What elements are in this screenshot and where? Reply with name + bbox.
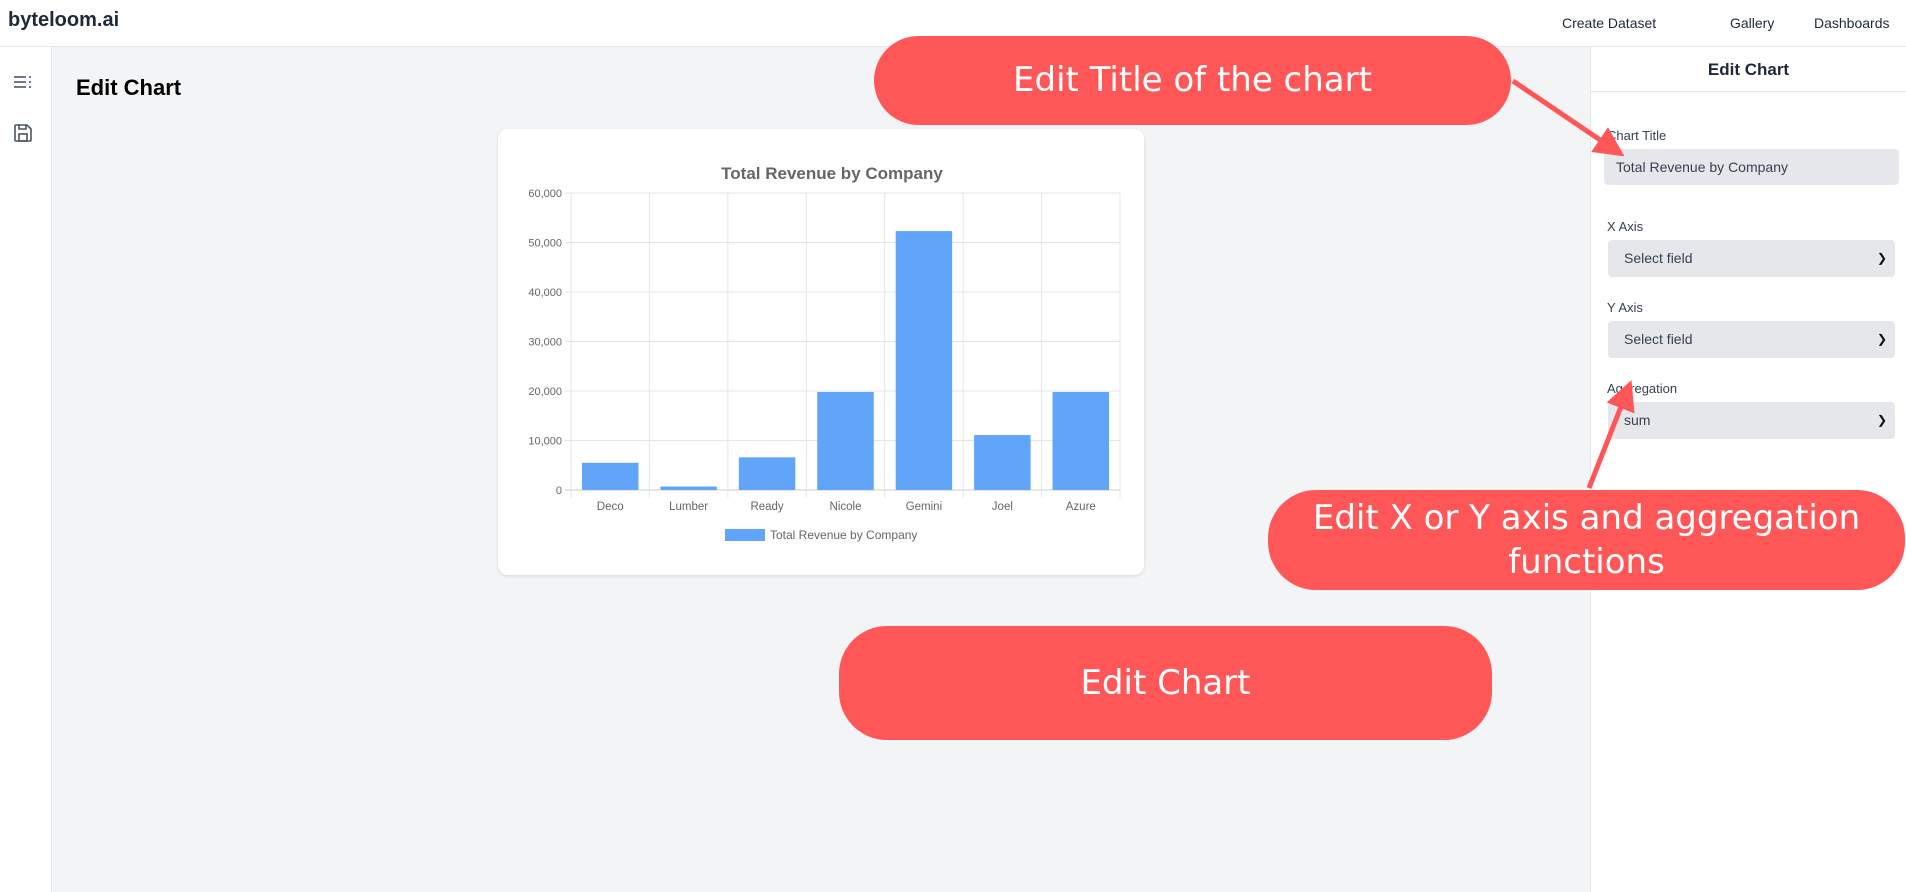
aggregation-select[interactable]: sum ❯ (1608, 402, 1895, 439)
x-tick-label: Gemini (906, 501, 942, 513)
aggregation-value: sum (1624, 412, 1651, 428)
nav-gallery[interactable]: Gallery (1730, 15, 1774, 31)
bar-lumber[interactable] (660, 486, 717, 490)
nav-create-dataset[interactable]: Create Dataset (1562, 15, 1656, 31)
main-content: Edit Chart Total Revenue by Company 0 10,… (52, 47, 1590, 892)
annotation-edit-axes: Edit X or Y axis and aggregation functio… (1268, 490, 1905, 590)
edit-chart-panel: Edit Chart Chart Title X Axis Select fie… (1590, 47, 1906, 892)
bar-joel[interactable] (974, 435, 1031, 490)
bar-deco[interactable] (581, 462, 639, 490)
x-axis-value: Select field (1624, 250, 1693, 266)
sidebar (0, 47, 52, 892)
chart-title-label: Chart Title (1607, 128, 1667, 143)
page-title: Edit Chart (76, 75, 182, 100)
bar-chart: Total Revenue by Company 0 10,000 20,000 30… (528, 164, 1121, 542)
bar-ready[interactable] (738, 457, 796, 490)
legend-swatch (725, 529, 765, 541)
chart-card: Total Revenue by Company 0 10,000 20,000 30… (498, 129, 1144, 575)
legend-label[interactable]: Total Revenue by Company (770, 528, 917, 542)
x-tick-label: Ready (750, 501, 783, 513)
brand-logo[interactable]: byteloom.ai (8, 9, 119, 32)
y-axis-select[interactable]: Select field ❯ (1608, 321, 1895, 358)
y-tick-label: 60,000 (528, 188, 562, 200)
nav-dashboards[interactable]: Dashboards (1814, 15, 1890, 31)
y-axis-label: Y Axis (1607, 300, 1643, 315)
x-tick-label: Nicole (830, 501, 862, 513)
x-axis-label: X Axis (1607, 219, 1644, 234)
annotation-edit-title: Edit Title of the chart (874, 36, 1511, 125)
x-tick-label: Joel (992, 501, 1013, 513)
y-tick-label: 30,000 (528, 337, 562, 349)
chart-title: Total Revenue by Company (721, 164, 943, 183)
annotation-edit-chart: Edit Chart (839, 626, 1492, 740)
y-tick-label: 20,000 (528, 386, 562, 398)
panel-title: Edit Chart (1591, 47, 1906, 92)
save-icon[interactable] (12, 122, 34, 144)
chevron-down-icon: ❯ (1876, 251, 1887, 265)
bar-nicole[interactable] (817, 391, 874, 490)
y-tick-label: 10,000 (528, 436, 562, 448)
y-tick-label: 0 (556, 485, 562, 497)
x-tick-label: Lumber (669, 501, 708, 513)
aggregation-label: Aggregation (1607, 381, 1678, 396)
x-tick-label: Deco (597, 501, 624, 513)
chevron-down-icon: ❯ (1876, 413, 1887, 427)
bar-gemini[interactable] (895, 231, 953, 490)
chevron-down-icon: ❯ (1876, 332, 1887, 346)
y-tick-label: 50,000 (528, 238, 562, 250)
x-axis-select[interactable]: Select field ❯ (1608, 240, 1895, 277)
y-tick-label: 40,000 (528, 287, 562, 299)
bar-azure[interactable] (1052, 391, 1110, 490)
x-tick-label: Azure (1066, 501, 1096, 513)
chart-title-input[interactable] (1604, 149, 1899, 185)
list-icon[interactable] (12, 71, 34, 93)
y-axis-value: Select field (1624, 331, 1693, 347)
